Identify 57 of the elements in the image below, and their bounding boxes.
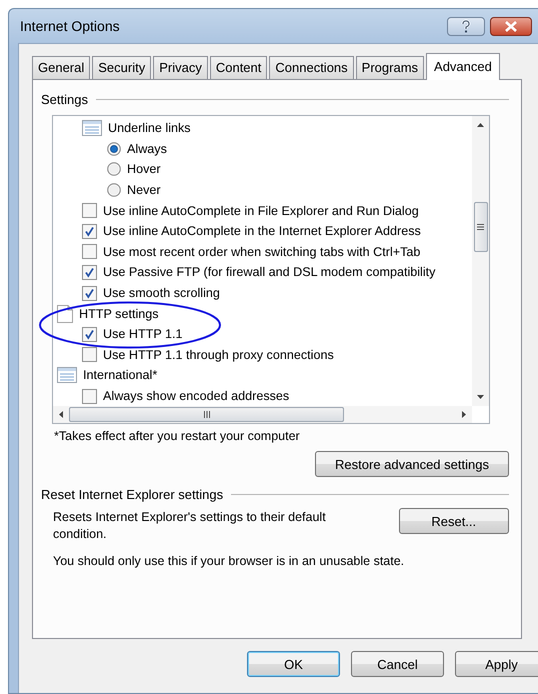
option-label: Use smooth scrolling bbox=[103, 286, 220, 300]
dialog-button[interactable]: OK bbox=[247, 651, 340, 677]
tab[interactable]: Connections bbox=[269, 56, 354, 79]
section-title: Settings bbox=[41, 92, 88, 107]
option-label: Always show encoded addresses bbox=[103, 389, 290, 404]
group-label: Underline links bbox=[108, 121, 191, 136]
help-icon bbox=[461, 20, 471, 32]
tab[interactable]: Security bbox=[92, 56, 152, 79]
tab[interactable]: Privacy bbox=[153, 56, 208, 79]
option-label: Always bbox=[127, 142, 167, 156]
option-label: Use inline AutoComplete in File Explorer and Run Dialog bbox=[103, 204, 419, 218]
checkbox[interactable] bbox=[82, 388, 97, 404]
option-label: Use Passive FTP (for firewall and DSL modem compatibility bbox=[103, 265, 436, 280]
dialog-button[interactable]: Apply bbox=[455, 651, 538, 677]
checkbox[interactable] bbox=[82, 203, 97, 218]
close-button[interactable] bbox=[490, 16, 532, 36]
option-label: Use inline AutoComplete in the Internet Explorer Address bbox=[103, 224, 421, 238]
restore-button[interactable]: Restore advanced settings bbox=[315, 451, 509, 477]
radio-button[interactable] bbox=[107, 142, 121, 156]
tab[interactable]: Content bbox=[210, 56, 268, 79]
scroll-right-icon bbox=[462, 411, 466, 418]
option-label: Use HTTP 1.1 through proxy connections bbox=[103, 348, 334, 362]
help-button[interactable] bbox=[447, 16, 485, 36]
checkbox[interactable] bbox=[82, 264, 97, 280]
radio-button[interactable] bbox=[107, 183, 121, 198]
scroll-up-icon bbox=[477, 123, 484, 127]
horizontal-scrollbar[interactable] bbox=[53, 406, 472, 423]
section-title: Reset Internet Explorer settings bbox=[41, 487, 224, 502]
list-icon bbox=[82, 120, 102, 136]
scroll-left-icon bbox=[59, 411, 63, 418]
checkbox[interactable] bbox=[82, 326, 97, 342]
checkbox[interactable] bbox=[82, 286, 97, 301]
scroll-thumb[interactable] bbox=[474, 202, 488, 252]
option-label: Use most recent order when switching tabs with Ctrl+Tab bbox=[103, 244, 420, 259]
dialog-button[interactable]: Cancel bbox=[351, 651, 444, 677]
scroll-down-icon bbox=[477, 395, 484, 399]
group-label: HTTP settings bbox=[79, 306, 159, 321]
tab[interactable]: General bbox=[32, 56, 90, 79]
tab[interactable]: Programs bbox=[356, 56, 424, 79]
tab[interactable]: Advanced bbox=[426, 53, 500, 80]
group-label: International* bbox=[83, 368, 158, 382]
reset-button[interactable]: Reset... bbox=[398, 508, 509, 534]
vertical-scrollbar[interactable] bbox=[472, 116, 489, 406]
close-icon bbox=[504, 20, 518, 32]
option-label: Use HTTP 1.1 bbox=[103, 327, 183, 342]
radio-button[interactable] bbox=[107, 162, 121, 176]
footnote: *Takes effect after you restart your computer bbox=[54, 429, 301, 443]
list-icon bbox=[57, 367, 77, 384]
checkbox[interactable] bbox=[82, 347, 97, 362]
reset-description: Resets Internet Explorer's settings to their default condition. bbox=[53, 509, 327, 543]
window-title: Internet Options bbox=[19, 18, 121, 34]
scroll-thumb[interactable] bbox=[69, 407, 344, 422]
option-label: Never bbox=[127, 183, 161, 198]
warning-text: You should only use this if your browser is in an unusable state. bbox=[53, 554, 406, 568]
checkbox[interactable] bbox=[82, 244, 97, 260]
option-label: Hover bbox=[127, 162, 161, 176]
checkbox[interactable] bbox=[82, 224, 97, 239]
